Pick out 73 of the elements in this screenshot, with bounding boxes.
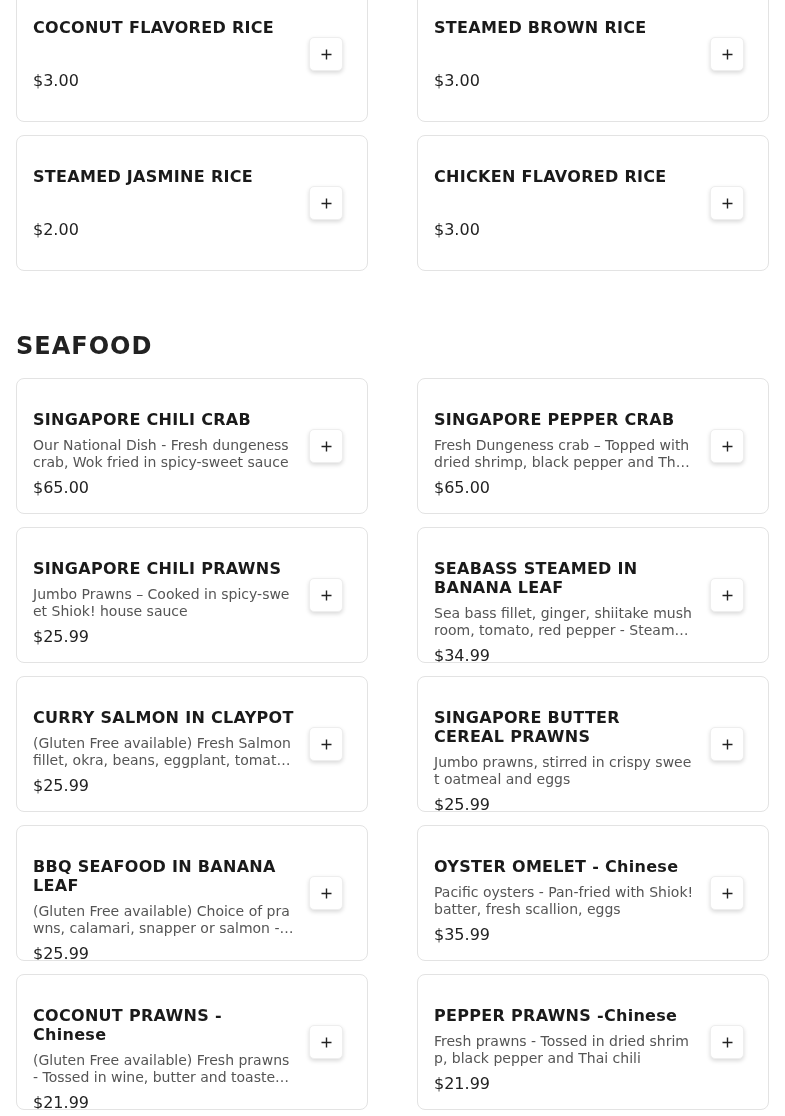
item-price: $25.99 [33, 627, 90, 646]
add-button[interactable] [309, 186, 343, 220]
plus-icon [721, 440, 733, 452]
item-name: CURRY SALMON IN CLAYPOT [33, 708, 295, 727]
plus-icon [320, 1036, 332, 1048]
plus-icon [320, 887, 332, 899]
plus-icon [721, 589, 733, 601]
plus-icon [320, 440, 332, 452]
item-price: $3.00 [33, 71, 80, 90]
item-description: Pacific oysters - Pan-fried with Shiok! batter, fresh scallion, eggs [434, 884, 695, 918]
item-description: (Gluten Free available) Fresh prawns - Tossed in wine, butter and toaste… [33, 1052, 291, 1086]
item-name: CHICKEN FLAVORED RICE [434, 167, 668, 186]
add-button[interactable] [710, 429, 744, 463]
menu-item-card[interactable]: SINGAPORE PEPPER CRAB Fresh Dungeness crab – Topped with dried shrimp, black pepper and Th… $65.00 [417, 378, 769, 514]
plus-icon [721, 887, 733, 899]
plus-icon [320, 197, 332, 209]
item-name: BBQ SEAFOOD IN BANANA LEAF [33, 857, 277, 895]
menu-item-card[interactable]: SINGAPORE CHILI CRAB Our National Dish - Fresh dungeness crab, Wok fried in spicy-sweet sauce $65.00 [16, 378, 368, 514]
item-name: SINGAPORE CHILI PRAWNS [33, 559, 283, 578]
plus-icon [721, 1036, 733, 1048]
add-button[interactable] [309, 429, 343, 463]
menu-item-card[interactable]: SINGAPORE CHILI PRAWNS Jumbo Prawns – Cooked in spicy-sweet Shiok! house sauce $25.99 [16, 527, 368, 663]
add-button[interactable] [309, 578, 343, 612]
menu-item-card[interactable]: PEPPER PRAWNS -Chinese Fresh prawns - Tossed in dried shrimp, black pepper and Thai chili $21.99 [417, 974, 769, 1110]
item-name: SINGAPORE PEPPER CRAB [434, 410, 676, 429]
item-description: (Gluten Free available) Choice of prawns, calamari, snapper or salmon -… [33, 903, 295, 937]
plus-icon [320, 48, 332, 60]
add-button[interactable] [710, 186, 744, 220]
plus-icon [721, 738, 733, 750]
add-button[interactable] [710, 578, 744, 612]
item-description: Our National Dish - Fresh dungeness crab, Wok fried in spicy-sweet sauce [33, 437, 290, 471]
item-name: STEAMED BROWN RICE [434, 18, 648, 37]
menu-item-card[interactable]: STEAMED BROWN RICE $3.00 [417, 0, 769, 122]
item-description: (Gluten Free available) Fresh Salmon fillet, okra, beans, eggplant, tomat… [33, 735, 292, 769]
plus-icon [721, 197, 733, 209]
item-name: STEAMED JASMINE RICE [33, 167, 255, 186]
item-price: $21.99 [434, 1074, 491, 1093]
item-price: $35.99 [434, 925, 491, 944]
item-description: Fresh Dungeness crab – Topped with dried shrimp, black pepper and Th… [434, 437, 691, 471]
plus-icon [721, 48, 733, 60]
item-description: Sea bass fillet, ginger, shiitake mushroom, tomato, red pepper - Steam… [434, 605, 693, 639]
item-description: Fresh prawns - Tossed in dried shrimp, black pepper and Thai chili [434, 1033, 690, 1067]
add-button[interactable] [710, 37, 744, 71]
item-price: $3.00 [434, 220, 481, 239]
menu-item-card[interactable]: COCONUT FLAVORED RICE $3.00 [16, 0, 368, 122]
item-name: SINGAPORE BUTTER CEREAL PRAWNS [434, 708, 621, 746]
add-button[interactable] [710, 876, 744, 910]
menu-item-card[interactable]: CHICKEN FLAVORED RICE $3.00 [417, 135, 769, 271]
add-button[interactable] [309, 1025, 343, 1059]
menu-item-card[interactable]: CURRY SALMON IN CLAYPOT (Gluten Free available) Fresh Salmon fillet, okra, beans, eggplant, tomat… $25.99 [16, 676, 368, 812]
item-description: Jumbo prawns, stirred in crispy sweet oatmeal and eggs [434, 754, 693, 788]
plus-icon [320, 738, 332, 750]
add-button[interactable] [309, 37, 343, 71]
add-button[interactable] [309, 727, 343, 761]
item-name: COCONUT PRAWNS - Chinese [33, 1006, 223, 1044]
item-name: COCONUT FLAVORED RICE [33, 18, 276, 37]
item-price: $65.00 [434, 478, 491, 497]
item-name: PEPPER PRAWNS -Chinese [434, 1006, 679, 1025]
menu-item-card[interactable]: STEAMED JASMINE RICE $2.00 [16, 135, 368, 271]
item-name: SINGAPORE CHILI CRAB [33, 410, 252, 429]
item-price: $2.00 [33, 220, 80, 239]
add-button[interactable] [309, 876, 343, 910]
section-heading: SEAFOOD [16, 331, 154, 362]
add-button[interactable] [710, 727, 744, 761]
item-price: $3.00 [434, 71, 481, 90]
add-button[interactable] [710, 1025, 744, 1059]
item-price: $65.00 [33, 478, 90, 497]
menu-item-card[interactable]: OYSTER OMELET - Chinese Pacific oysters - Pan-fried with Shiok! batter, fresh scallion, eggs $35.99 [417, 825, 769, 961]
item-name: SEABASS STEAMED IN BANANA LEAF [434, 559, 639, 597]
item-price: $25.99 [33, 776, 90, 795]
plus-icon [320, 589, 332, 601]
item-name: OYSTER OMELET - Chinese [434, 857, 680, 876]
item-description: Jumbo Prawns – Cooked in spicy-sweet Shiok! house sauce [33, 586, 291, 620]
